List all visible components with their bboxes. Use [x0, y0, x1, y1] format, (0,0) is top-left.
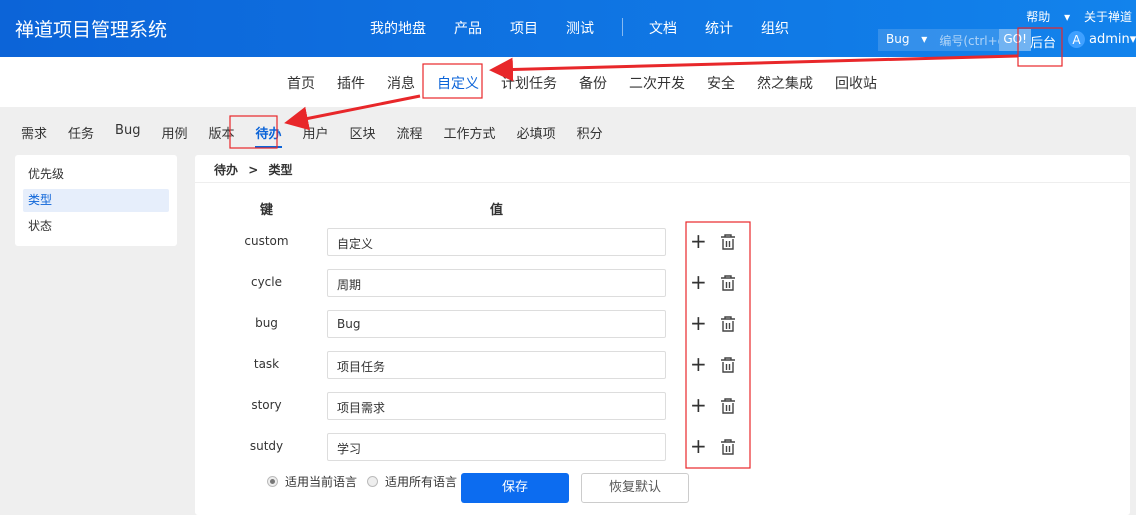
custom-tabs: 需求 任务 Bug 用例 版本 待办 用户 区块 流程 工作方式 必填项 积分: [21, 123, 624, 148]
main-panel: 待办 > 类型 键 值 custom 自定义 + cycle 周期 + bug Bug + tas…: [195, 155, 1130, 515]
radio-current-label: 适用当前语言: [285, 475, 358, 489]
radio-all-label: 适用所有语言: [385, 475, 458, 489]
search-type-select[interactable]: Bug ▾: [878, 29, 935, 51]
go-button[interactable]: GO!: [999, 29, 1031, 51]
nav-doc[interactable]: 文档: [649, 18, 677, 38]
tab-item[interactable]: 积分: [577, 123, 603, 142]
key-header: 键: [260, 203, 274, 218]
add-row-icon[interactable]: +: [690, 352, 707, 376]
tab-item[interactable]: 流程: [397, 123, 423, 142]
tab-item[interactable]: 任务: [68, 123, 94, 142]
admin-subnav: 首页 插件 消息 自定义 计划任务 备份 二次开发 安全 然之集成 回收站: [0, 57, 1136, 107]
breadcrumb-current: 类型: [268, 163, 293, 177]
user-name: admin: [1089, 32, 1130, 47]
user-menu[interactable]: A admin ▾: [1068, 31, 1136, 48]
nav-divider: [622, 18, 623, 36]
trash-icon[interactable]: [719, 274, 737, 296]
nav-report[interactable]: 统计: [705, 18, 733, 38]
tab-item[interactable]: 待办: [255, 123, 282, 148]
row-value-input[interactable]: 周期: [327, 269, 666, 297]
trash-icon[interactable]: [719, 233, 737, 255]
value-header: 值: [490, 203, 504, 218]
row-key: task: [253, 357, 280, 371]
table-row: story 项目需求 +: [195, 392, 1130, 420]
sidebar-item[interactable]: 类型: [23, 189, 169, 212]
tab-item[interactable]: Bug: [115, 123, 140, 142]
trash-icon[interactable]: [719, 438, 737, 460]
add-row-icon[interactable]: +: [690, 229, 707, 253]
breadcrumb-parent[interactable]: 待办: [214, 163, 238, 177]
row-value-input[interactable]: Bug: [327, 310, 666, 338]
tab-item[interactable]: 区块: [350, 123, 376, 142]
tab-item[interactable]: 需求: [21, 123, 47, 142]
row-value-input[interactable]: 项目需求: [327, 392, 666, 420]
subnav-item[interactable]: 然之集成: [757, 73, 813, 93]
tab-item[interactable]: 工作方式: [444, 123, 496, 142]
sidebar-item[interactable]: 状态: [23, 215, 169, 238]
reset-default-button[interactable]: 恢复默认: [581, 473, 689, 503]
row-key: story: [251, 398, 282, 412]
caret-down-icon: ▾: [1129, 32, 1136, 47]
add-row-icon[interactable]: +: [690, 270, 707, 294]
table-row: bug Bug +: [195, 310, 1130, 338]
language-options: 适用当前语言 适用所有语言: [267, 473, 457, 490]
radio-all-languages[interactable]: [367, 476, 379, 487]
sidebar: 优先级 类型 状态: [15, 155, 177, 246]
nav-test[interactable]: 测试: [566, 18, 594, 38]
trash-icon[interactable]: [719, 397, 737, 419]
trash-icon[interactable]: [719, 356, 737, 378]
search-type-label: Bug: [886, 32, 910, 46]
caret-down-icon: ▾: [1064, 10, 1071, 24]
trash-icon[interactable]: [719, 315, 737, 337]
search-input[interactable]: 编号(ctrl+g: [935, 29, 999, 51]
subnav-item[interactable]: 二次开发: [629, 73, 685, 93]
table-row: cycle 周期 +: [195, 269, 1130, 297]
nav-company[interactable]: 组织: [761, 18, 789, 38]
subnav-item[interactable]: 计划任务: [501, 73, 557, 93]
main-nav: 我的地盘 产品 项目 测试 文档 统计 组织: [370, 18, 817, 38]
subnav-item[interactable]: 首页: [287, 73, 315, 93]
caret-down-icon: ▾: [921, 32, 928, 46]
tab-item[interactable]: 版本: [208, 123, 234, 142]
table-row: custom 自定义 +: [195, 228, 1130, 256]
subnav-item[interactable]: 安全: [707, 73, 735, 93]
help-link[interactable]: 帮助 ▾: [1016, 10, 1070, 24]
radio-current-language[interactable]: [267, 476, 278, 487]
subnav-item[interactable]: 自定义: [437, 73, 479, 93]
sidebar-item[interactable]: 优先级: [23, 163, 169, 186]
tab-item[interactable]: 用户: [303, 123, 329, 142]
quick-search: Bug ▾ 编号(ctrl+g GO!: [878, 29, 1031, 51]
add-row-icon[interactable]: +: [690, 311, 707, 335]
top-header: 禅道项目管理系统 我的地盘 产品 项目 测试 文档 统计 组织 帮助 ▾ 关于禅…: [0, 0, 1136, 57]
tab-item[interactable]: 必填项: [517, 123, 556, 142]
table-row: task 项目任务 +: [195, 351, 1130, 379]
admin-link[interactable]: 后台: [1030, 32, 1056, 51]
subnav-item[interactable]: 回收站: [835, 73, 877, 93]
app-brand[interactable]: 禅道项目管理系统: [15, 15, 167, 42]
row-key: cycle: [250, 275, 282, 289]
row-value-input[interactable]: 项目任务: [327, 351, 666, 379]
tab-item[interactable]: 用例: [161, 123, 187, 142]
avatar: A: [1068, 31, 1085, 48]
subnav-item[interactable]: 插件: [337, 73, 365, 93]
table-row: sutdy 学习 +: [195, 433, 1130, 461]
breadcrumb-separator: >: [248, 163, 259, 177]
add-row-icon[interactable]: +: [690, 434, 707, 458]
breadcrumb: 待办 > 类型: [195, 155, 1130, 183]
nav-project[interactable]: 项目: [510, 18, 538, 38]
subnav-item[interactable]: 备份: [579, 73, 607, 93]
add-row-icon[interactable]: +: [690, 393, 707, 417]
top-links: 帮助 ▾ 关于禅道: [1006, 8, 1132, 25]
subnav-item[interactable]: 消息: [387, 73, 415, 93]
save-button[interactable]: 保存: [461, 473, 569, 503]
row-key: bug: [255, 316, 278, 330]
about-link[interactable]: 关于禅道: [1084, 10, 1132, 24]
row-key: sutdy: [249, 439, 284, 453]
row-value-input[interactable]: 学习: [327, 433, 666, 461]
row-key: custom: [244, 234, 289, 248]
nav-product[interactable]: 产品: [454, 18, 482, 38]
row-value-input[interactable]: 自定义: [327, 228, 666, 256]
nav-my[interactable]: 我的地盘: [370, 18, 426, 38]
help-label: 帮助: [1026, 10, 1051, 24]
